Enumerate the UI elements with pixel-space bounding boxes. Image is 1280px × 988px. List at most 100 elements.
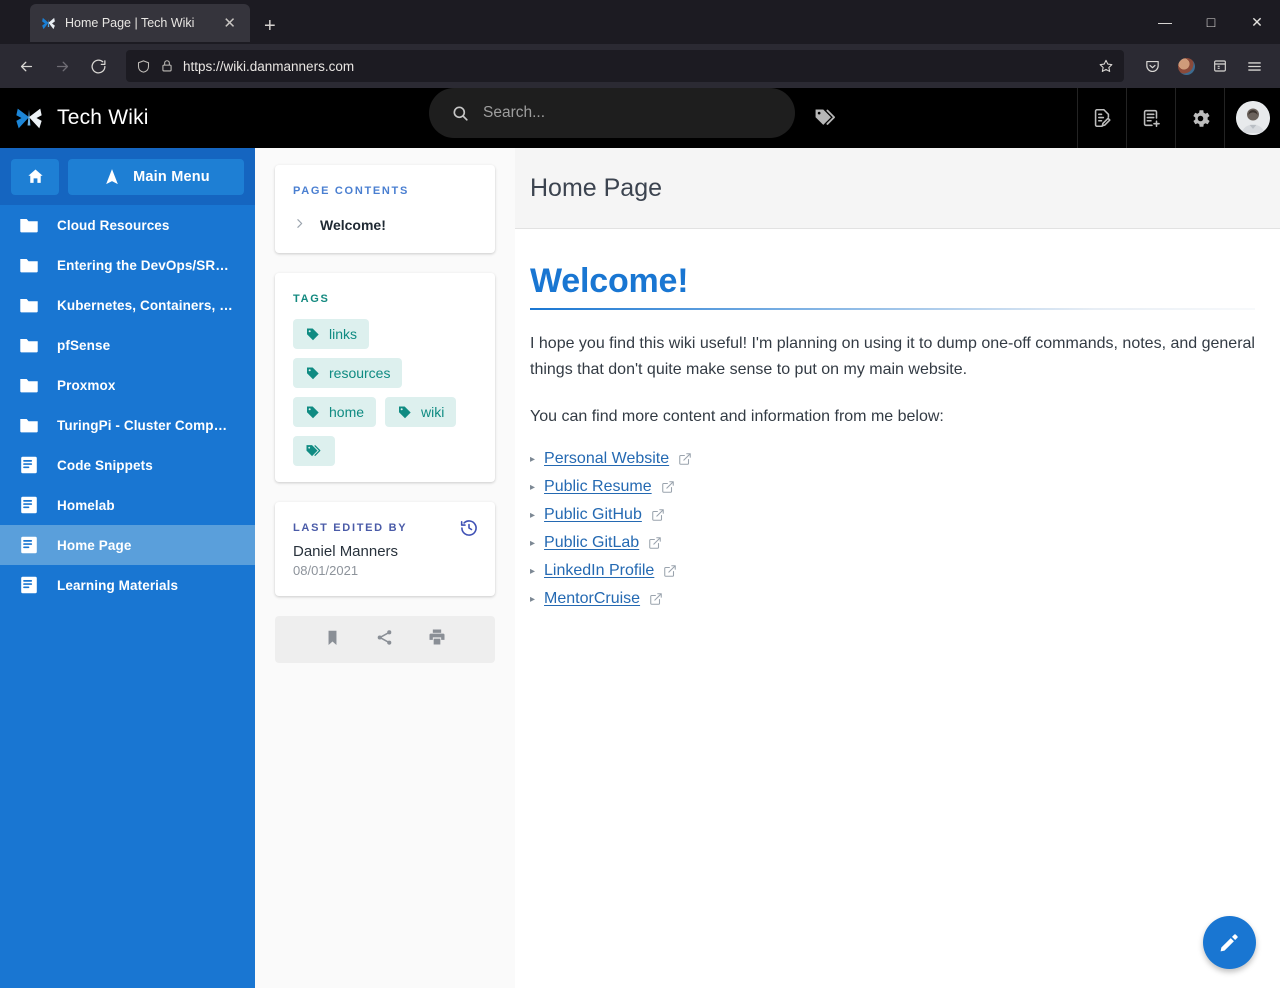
reload-button[interactable] bbox=[82, 50, 114, 82]
url-bar[interactable]: https://wiki.danmanners.com bbox=[126, 50, 1124, 82]
shield-icon[interactable] bbox=[136, 59, 151, 74]
page-viewport: Tech Wiki Search... Main Menu Cloud Reso… bbox=[0, 88, 1280, 988]
sidebar-item-cloud-resources[interactable]: Cloud Resources bbox=[0, 205, 255, 245]
page-contents-card: Page Contents Welcome! bbox=[275, 165, 495, 253]
tag-chip-label: home bbox=[329, 404, 365, 420]
page-icon bbox=[18, 534, 40, 556]
header-actions bbox=[1077, 88, 1280, 148]
sidebar-item-label: Learning Materials bbox=[57, 577, 179, 593]
sidebar-main-menu-button[interactable]: Main Menu bbox=[68, 158, 244, 195]
page-icon bbox=[18, 454, 40, 476]
print-icon[interactable] bbox=[427, 627, 447, 652]
tag-chip[interactable]: home bbox=[293, 397, 377, 427]
toolbar-icon-group bbox=[1136, 50, 1270, 82]
list-item: ▸ Public Resume bbox=[530, 478, 1255, 496]
sidebar-item-pfsense[interactable]: pfSense bbox=[0, 325, 255, 365]
article-paragraph: I hope you find this wiki useful! I'm pl… bbox=[530, 335, 1255, 379]
list-item: ▸ MentorCruise bbox=[530, 590, 1255, 608]
list-item: ▸ Personal Website bbox=[530, 450, 1255, 468]
brand[interactable]: Tech Wiki bbox=[0, 103, 400, 133]
back-button[interactable] bbox=[10, 50, 42, 82]
account-avatar[interactable] bbox=[1224, 88, 1280, 148]
external-link-icon bbox=[649, 592, 663, 606]
firefox-account-avatar[interactable] bbox=[1170, 50, 1202, 82]
pencil-icon bbox=[1218, 931, 1241, 954]
sidebar-item-label: Home Page bbox=[57, 537, 132, 553]
history-icon[interactable] bbox=[459, 518, 479, 538]
sidebar-item-kubernetes-containers-and[interactable]: Kubernetes, Containers, and ... bbox=[0, 285, 255, 325]
lock-icon[interactable] bbox=[160, 59, 174, 73]
external-link[interactable]: Public Resume bbox=[544, 478, 652, 496]
tag-chip-label: links bbox=[329, 326, 358, 342]
article-body: Welcome! I hope you find this wiki usefu… bbox=[515, 229, 1280, 988]
sidebar-item-homelab[interactable]: Homelab bbox=[0, 485, 255, 525]
chevron-right-icon bbox=[293, 217, 306, 233]
sidebar-item-entering-the-devops-sre-spa[interactable]: Entering the DevOps/SRE Spa... bbox=[0, 245, 255, 285]
tag-chip[interactable]: links bbox=[293, 319, 370, 349]
tags-icon[interactable] bbox=[812, 105, 838, 131]
last-edited-author: Daniel Manners bbox=[293, 543, 399, 560]
butterfly-favicon bbox=[40, 15, 57, 32]
search-container: Search... bbox=[429, 88, 795, 138]
tag-chip-browse-all[interactable] bbox=[293, 436, 335, 466]
page-plus-icon[interactable] bbox=[1126, 88, 1175, 148]
page-edit-icon[interactable] bbox=[1077, 88, 1126, 148]
bookmark-icon[interactable] bbox=[323, 628, 342, 652]
external-link[interactable]: Public GitLab bbox=[544, 534, 639, 552]
external-link-icon bbox=[663, 564, 677, 578]
tag-icon bbox=[305, 404, 321, 420]
sidebar-item-code-snippets[interactable]: Code Snippets bbox=[0, 445, 255, 485]
last-edited-date: 08/01/2021 bbox=[293, 563, 359, 578]
edit-page-fab[interactable] bbox=[1203, 916, 1256, 969]
maximize-button[interactable]: □ bbox=[1188, 0, 1234, 44]
bullet-icon: ▸ bbox=[530, 509, 536, 521]
main-content: Home Page Welcome! I hope you find this … bbox=[515, 148, 1280, 988]
tag-chip[interactable]: resources bbox=[293, 358, 403, 388]
search-icon bbox=[451, 104, 470, 123]
search-input[interactable]: Search... bbox=[429, 88, 795, 138]
browser-tab[interactable]: Home Page | Tech Wiki ✕ bbox=[30, 4, 250, 42]
page-contents-item[interactable]: Welcome! bbox=[293, 217, 477, 233]
tag-icon bbox=[305, 326, 321, 342]
tag-chip[interactable]: wiki bbox=[385, 397, 457, 427]
external-link[interactable]: Public GitHub bbox=[544, 506, 642, 524]
app-menu-icon[interactable] bbox=[1238, 50, 1270, 82]
folder-icon bbox=[18, 214, 40, 236]
sidebar-item-learning-materials[interactable]: Learning Materials bbox=[0, 565, 255, 605]
bullet-icon: ▸ bbox=[530, 481, 536, 493]
tags-label: Tags bbox=[293, 293, 330, 305]
sidebar-item-label: TuringPi - Cluster Computing bbox=[57, 417, 235, 433]
tab-close-icon[interactable]: ✕ bbox=[219, 14, 240, 33]
forward-button[interactable] bbox=[46, 50, 78, 82]
last-edited-card: Last edited by Daniel Manners 08/01/2021 bbox=[275, 502, 495, 596]
sidebar-item-turingpi-cluster-computing[interactable]: TuringPi - Cluster Computing bbox=[0, 405, 255, 445]
external-link[interactable]: Personal Website bbox=[544, 450, 669, 468]
search-placeholder: Search... bbox=[483, 104, 546, 121]
share-icon[interactable] bbox=[375, 628, 394, 652]
bookmark-star-icon[interactable] bbox=[1098, 58, 1114, 74]
sidebar-main-menu-label: Main Menu bbox=[133, 168, 210, 185]
bullet-icon: ▸ bbox=[530, 565, 536, 577]
minimize-button[interactable]: — bbox=[1142, 0, 1188, 44]
pocket-icon[interactable] bbox=[1136, 50, 1168, 82]
gear-icon[interactable] bbox=[1175, 88, 1224, 148]
butterfly-logo-icon bbox=[14, 103, 44, 133]
library-icon[interactable] bbox=[1204, 50, 1236, 82]
sidebar-home-button[interactable] bbox=[11, 158, 59, 195]
sidebar-item-proxmox[interactable]: Proxmox bbox=[0, 365, 255, 405]
close-window-button[interactable]: ✕ bbox=[1234, 0, 1280, 44]
tags-multi-icon bbox=[305, 442, 323, 460]
sidebar-item-label: Entering the DevOps/SRE Spa... bbox=[57, 257, 235, 273]
sidebar-item-home-page[interactable]: Home Page bbox=[0, 525, 255, 565]
tag-chip-label: resources bbox=[329, 365, 391, 381]
tags-card: Tags links resources home wiki bbox=[275, 273, 495, 482]
folder-icon bbox=[18, 374, 40, 396]
sidebar-header: Main Menu bbox=[0, 148, 255, 205]
new-tab-button[interactable]: + bbox=[264, 16, 276, 36]
folder-icon bbox=[18, 414, 40, 436]
article-paragraph: You can find more content and informatio… bbox=[530, 408, 944, 426]
external-link[interactable]: LinkedIn Profile bbox=[544, 562, 654, 580]
sidebar-item-label: Code Snippets bbox=[57, 457, 153, 473]
page-header: Home Page bbox=[515, 148, 1280, 229]
external-link[interactable]: MentorCruise bbox=[544, 590, 640, 608]
